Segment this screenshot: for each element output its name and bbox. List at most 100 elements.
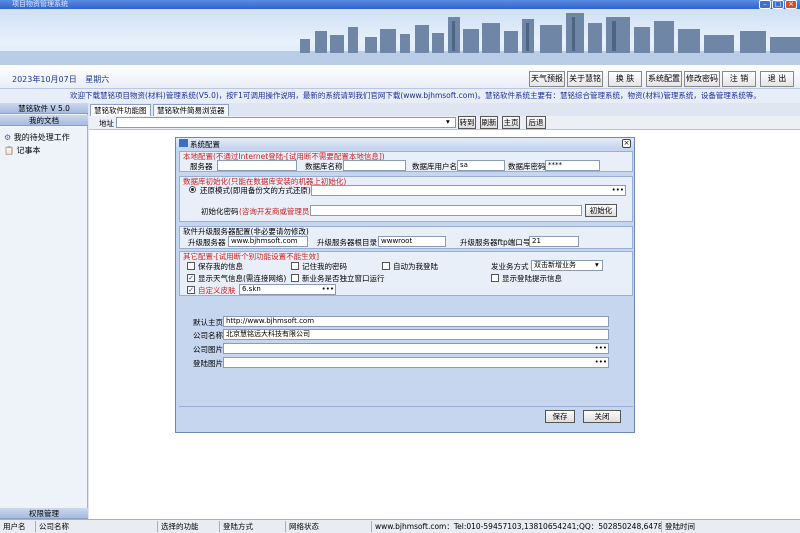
browse-icon[interactable]: •••	[322, 285, 334, 294]
business-mode-label: 发业务方式	[491, 262, 529, 271]
login-image-input[interactable]: •••	[223, 357, 609, 368]
app-icon	[179, 139, 188, 147]
scrolling-notice: 欢迎下载慧铭项目物资(材料)管理系统(V5.0)，按F1可调用操作说明，最新的系…	[0, 89, 800, 103]
db-init-group: 数据库初始化(只能在数据库安装的机器上初始化) 还原模式(即用备份文的方式还原)…	[179, 176, 633, 222]
system-config-button[interactable]: 系统配置	[646, 71, 682, 87]
window-title: 项目物资管理系统	[12, 0, 68, 8]
sidebar-item-notepad[interactable]: 📋 记事本	[4, 145, 41, 156]
restore-file-input[interactable]: •••	[311, 185, 626, 196]
db-password-input[interactable]: ****	[545, 160, 600, 171]
server-label: 服务器	[190, 162, 213, 171]
home-button[interactable]: 主页	[502, 116, 520, 129]
upgrade-root-label: 升级服务器根目录	[317, 238, 377, 247]
custom-skin-checkbox[interactable]: ✓	[187, 286, 195, 294]
save-info-label: 保存我的信息	[198, 262, 243, 271]
local-config-group: 本地配置(不通过Internet登陆-[试用断不需要配置本地信息]) 服务器 数…	[179, 151, 633, 172]
dialog-title: 系统配置	[190, 140, 220, 149]
home-page-input[interactable]: http://www.bjhmsoft.com	[223, 316, 609, 327]
company-name-input[interactable]: 北京慧铭远大科技有限公司	[223, 329, 609, 340]
skyline-image	[0, 13, 800, 65]
init-password-label: 初始化密码	[201, 207, 239, 216]
sidebar-item-label: 记事本	[16, 146, 41, 155]
refresh-button[interactable]: 刷新	[480, 116, 498, 129]
db-user-input[interactable]: sa	[457, 160, 505, 171]
back-button[interactable]: 后退	[526, 116, 546, 129]
exit-button[interactable]: 退 出	[760, 71, 794, 87]
other-config-group: 其它配置-[试用断个别功能设置不能生效] 保存我的信息 记住我的密码 自动为我登…	[179, 251, 633, 296]
status-network: 网络状态	[286, 521, 372, 532]
minimize-button[interactable]: –	[759, 0, 771, 9]
show-weather-label: 显示天气信息(需连接网络)	[198, 274, 287, 283]
login-image-label: 登陆图片	[193, 359, 223, 368]
initialize-button[interactable]: 初始化	[585, 204, 617, 217]
weather-button[interactable]: 天气预报	[529, 71, 565, 87]
auto-login-label: 自动为我登陆	[393, 262, 438, 271]
status-company: 公司名称	[36, 521, 158, 532]
upgrade-server-group: 软件升级服务器配置(非必要请勿修改) 升级服务器 www.bjhmsoft.co…	[179, 226, 633, 249]
about-button[interactable]: 关于慧铭	[567, 71, 603, 87]
status-login-mode: 登陆方式	[220, 521, 286, 532]
weekday-text: 星期六	[85, 75, 110, 84]
custom-skin-label: 自定义皮肤	[198, 286, 236, 295]
browse-icon[interactable]: •••	[612, 186, 624, 195]
change-skin-button[interactable]: 换 肤	[608, 71, 642, 87]
close-icon[interactable]: ×	[622, 139, 631, 148]
business-mode-select[interactable]: 双击新增业务	[531, 260, 603, 271]
chevron-down-icon[interactable]: ▾	[446, 117, 450, 126]
maximize-button[interactable]: □	[772, 0, 784, 9]
sidebar-permission-management[interactable]: 权限管理	[0, 508, 88, 519]
company-image-input[interactable]: •••	[223, 343, 609, 354]
sidebar-item-pending-work[interactable]: ⚙ 我的待处理工作	[4, 132, 70, 143]
init-password-hint: (咨询开发商或管理员)	[239, 207, 313, 216]
gear-icon: ⚙	[4, 133, 12, 142]
remember-password-label: 记住我的密码	[302, 262, 347, 271]
sidebar-item-label: 我的待处理工作	[13, 133, 70, 142]
init-password-input[interactable]	[310, 205, 582, 216]
browse-icon[interactable]: •••	[595, 358, 607, 367]
db-name-input[interactable]	[343, 160, 406, 171]
restore-mode-label: 还原模式(即用备份文的方式还原)	[200, 186, 311, 195]
save-info-checkbox[interactable]	[187, 262, 195, 270]
chevron-down-icon[interactable]: ▾	[595, 260, 599, 269]
browse-icon[interactable]: •••	[595, 344, 607, 353]
header-banner	[0, 9, 800, 65]
sidebar-version-header[interactable]: 慧铭软件 V 5.0	[0, 103, 88, 114]
status-function: 选择的功能	[158, 521, 220, 532]
notepad-icon: 📋	[4, 146, 14, 155]
auto-login-checkbox[interactable]	[382, 262, 390, 270]
save-button[interactable]: 保存	[545, 410, 575, 423]
sidebar-section-my-docs[interactable]: 我的文档	[0, 115, 88, 126]
restore-radio[interactable]	[189, 186, 196, 193]
company-image-label: 公司图片	[193, 345, 223, 354]
date-display: 2023年10月07日 星期六	[12, 74, 109, 85]
logout-button[interactable]: 注 销	[722, 71, 756, 87]
skin-file-input[interactable]: 6.skn •••	[239, 284, 336, 295]
address-bar: 地址 ▾ 转到 刷新 主页 后退	[89, 116, 800, 130]
upgrade-server-input[interactable]: www.bjhmsoft.com	[228, 236, 308, 247]
tab-function-map[interactable]: 慧铭软件功能图	[90, 104, 151, 116]
go-button[interactable]: 转到	[458, 116, 476, 129]
remember-password-checkbox[interactable]	[291, 262, 299, 270]
upgrade-ftp-input[interactable]: 21	[529, 236, 579, 247]
upgrade-root-input[interactable]: wwwroot	[378, 236, 446, 247]
tab-browser[interactable]: 慧铭软件简易浏览器	[153, 104, 229, 116]
close-button[interactable]: 关闭	[583, 410, 621, 423]
server-input[interactable]	[217, 160, 297, 171]
upgrade-server-label: 升级服务器	[188, 238, 226, 247]
upgrade-ftp-label: 升级服务器ftp端口号	[460, 238, 531, 247]
db-password-label: 数据库密码	[508, 162, 546, 171]
status-bar: 用户名 公司名称 选择的功能 登陆方式 网络状态 www.bjhmsoft.co…	[0, 519, 800, 533]
status-username: 用户名	[0, 521, 36, 532]
dialog-title-bar: 系统配置 ×	[176, 138, 634, 149]
close-window-button[interactable]: ×	[785, 0, 797, 9]
show-login-tip-checkbox[interactable]	[491, 274, 499, 282]
new-window-checkbox[interactable]	[291, 274, 299, 282]
change-password-button[interactable]: 修改密码	[684, 71, 720, 87]
address-input[interactable]	[116, 117, 456, 128]
show-weather-checkbox[interactable]: ✓	[187, 274, 195, 282]
system-config-dialog: 系统配置 × 本地配置(不通过Internet登陆-[试用断不需要配置本地信息]…	[175, 137, 635, 433]
skin-file-value: 6.skn	[242, 285, 261, 293]
home-page-label: 默认主页	[193, 318, 223, 327]
address-label: 地址	[99, 119, 114, 128]
db-name-label: 数据库名称	[305, 162, 343, 171]
